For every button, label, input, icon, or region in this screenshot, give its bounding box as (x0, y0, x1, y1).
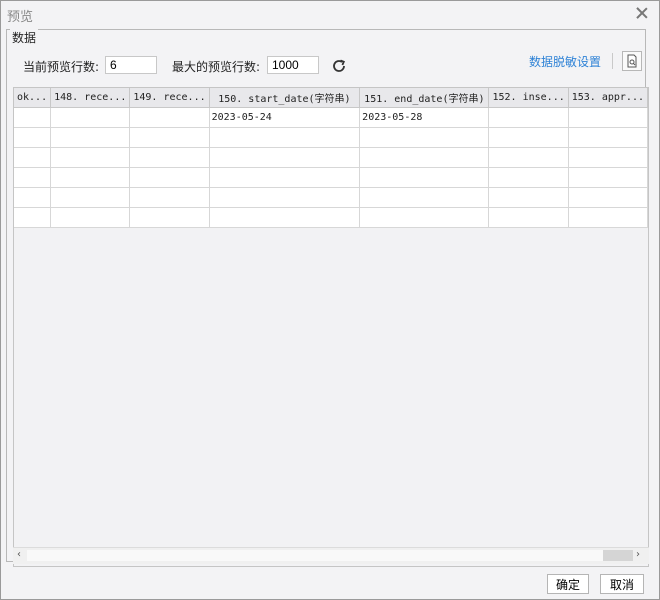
column-header[interactable]: 148. rece... (50, 88, 131, 108)
table-cell[interactable]: 2023-05-24 (209, 107, 361, 128)
table-row (14, 167, 648, 188)
preview-grid: ok... 148. rece... 149. rece... 150. sta… (14, 88, 648, 228)
table-cell[interactable] (359, 127, 490, 148)
table-cell[interactable] (50, 187, 131, 208)
table-cell[interactable] (359, 147, 490, 168)
table-cell[interactable] (50, 127, 131, 148)
table-cell[interactable] (129, 147, 210, 168)
table-cell[interactable] (359, 187, 490, 208)
preview-dialog: 预览 数据 当前预览行数: 最大的预览行数: 数据脱敏设置 ok. (0, 0, 660, 600)
data-mask-settings-link[interactable]: 数据脱敏设置 (529, 53, 601, 70)
toolbar-divider (612, 53, 613, 69)
scroll-right-icon[interactable]: › (636, 550, 644, 560)
table-cell[interactable] (129, 187, 210, 208)
max-rows-input[interactable] (267, 56, 319, 74)
current-rows-input[interactable] (105, 56, 157, 74)
table-row (14, 127, 648, 148)
table-cell[interactable] (359, 207, 490, 228)
table-cell[interactable] (488, 167, 569, 188)
table-cell[interactable] (209, 147, 361, 168)
table-row (14, 147, 648, 168)
table-cell[interactable] (14, 187, 52, 208)
column-header[interactable]: 150. start_date(字符串) (209, 88, 361, 108)
table-cell[interactable] (568, 167, 648, 188)
refresh-icon[interactable] (331, 58, 347, 74)
table-cell[interactable] (50, 147, 131, 168)
table-row (14, 187, 648, 208)
table-cell[interactable] (488, 147, 569, 168)
table-cell[interactable] (14, 147, 52, 168)
table-cell[interactable] (568, 127, 648, 148)
table-cell[interactable] (568, 187, 648, 208)
document-preview-icon[interactable] (622, 51, 642, 71)
table-cell[interactable]: 2023-05-28 (359, 107, 490, 128)
scroll-thumb[interactable] (603, 550, 633, 561)
data-table: ok... 148. rece... 149. rece... 150. sta… (13, 87, 649, 567)
column-header[interactable]: 152. inse... (488, 88, 569, 108)
column-header[interactable]: 151. end_date(字符串) (359, 88, 490, 108)
window-title: 预览 (7, 10, 34, 25)
table-cell[interactable] (50, 207, 131, 228)
table-cell[interactable] (129, 167, 210, 188)
column-header[interactable]: 153. appr... (568, 88, 648, 108)
table-cell[interactable] (209, 167, 361, 188)
title-bar: 预览 (1, 1, 659, 27)
table-cell[interactable] (129, 207, 210, 228)
table-row (14, 207, 648, 228)
scroll-left-icon[interactable]: ‹ (17, 550, 25, 560)
table-cell[interactable] (14, 107, 52, 128)
table-cell[interactable] (50, 107, 131, 128)
table-cell[interactable] (568, 147, 648, 168)
table-cell[interactable] (14, 207, 52, 228)
table-header-row: ok... 148. rece... 149. rece... 150. sta… (14, 88, 648, 108)
ok-button[interactable]: 确定 (547, 574, 589, 594)
max-rows-label: 最大的预览行数: (172, 60, 261, 74)
table-cell[interactable] (14, 127, 52, 148)
table-cell[interactable] (488, 107, 569, 128)
scroll-track[interactable] (27, 550, 603, 561)
table-cell[interactable] (14, 167, 52, 188)
table-cell[interactable] (568, 207, 648, 228)
table-cell[interactable] (359, 167, 490, 188)
table-cell[interactable] (488, 207, 569, 228)
close-icon[interactable] (635, 6, 649, 20)
table-cell[interactable] (488, 187, 569, 208)
table-cell[interactable] (209, 127, 361, 148)
cancel-button[interactable]: 取消 (600, 574, 644, 594)
current-rows-label: 当前预览行数: (23, 60, 100, 74)
table-cell[interactable] (209, 187, 361, 208)
data-group-label: 数据 (10, 29, 39, 46)
table-cell[interactable] (568, 107, 648, 128)
column-header[interactable]: ok... (14, 88, 52, 108)
table-cell[interactable] (488, 127, 569, 148)
horizontal-scrollbar[interactable]: ‹ › (13, 547, 649, 564)
table-cell[interactable] (129, 127, 210, 148)
table-cell[interactable] (209, 207, 361, 228)
column-header[interactable]: 149. rece... (129, 88, 210, 108)
table-row: 2023-05-24 2023-05-28 (14, 107, 648, 128)
table-cell[interactable] (129, 107, 210, 128)
table-cell[interactable] (50, 167, 131, 188)
